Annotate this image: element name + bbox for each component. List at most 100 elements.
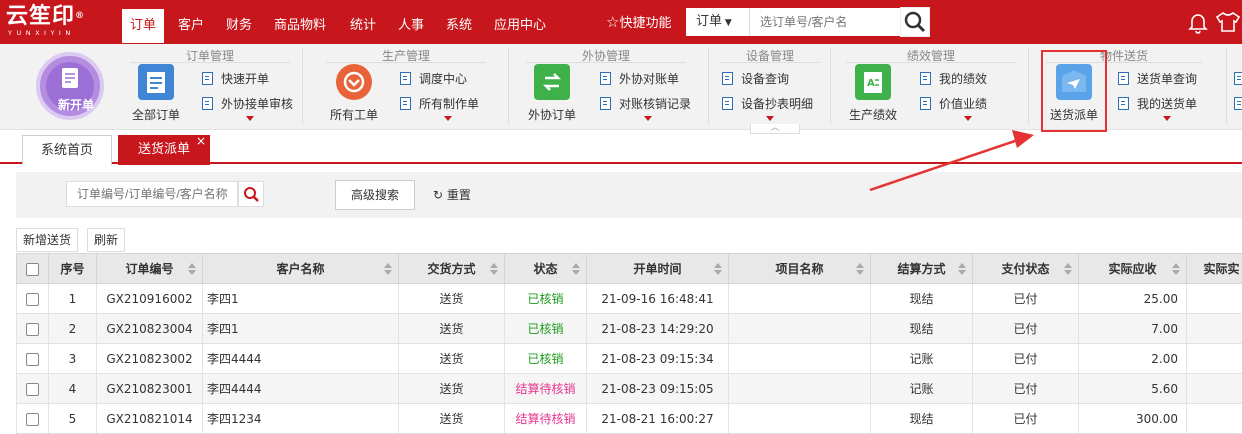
row-checkbox[interactable] [26, 322, 39, 336]
brand-logo[interactable]: 云笙印® YUNXIYIN [6, 3, 106, 41]
order-search-button[interactable] [238, 181, 264, 207]
add-delivery-button[interactable]: 新增送货 [16, 228, 79, 252]
performance-icon: A [855, 64, 891, 100]
skin-theme-icon[interactable] [1214, 10, 1242, 34]
close-icon[interactable]: × [196, 126, 206, 156]
payment-status: 已付 [972, 283, 1079, 314]
nav-statistics[interactable]: 统计 [342, 9, 384, 43]
order-number: GX210823004 [96, 313, 203, 344]
expand-arrow-icon[interactable] [1163, 116, 1171, 121]
global-search-button[interactable] [900, 7, 930, 37]
sort-icon[interactable] [188, 263, 196, 275]
delivery-method: 送货 [398, 343, 505, 374]
sort-icon[interactable] [572, 263, 580, 275]
col-status[interactable]: 状态 [504, 253, 587, 284]
search-icon [244, 187, 259, 202]
col-receivable[interactable]: 实际应收 [1078, 253, 1187, 284]
expand-arrow-icon[interactable] [644, 116, 652, 121]
order-number: GX210821014 [96, 403, 203, 434]
expand-arrow-icon[interactable] [444, 116, 452, 121]
all-production-link[interactable]: 所有制作单 [400, 95, 479, 113]
page-tabs: 系统首页 送货派单 × [0, 130, 1242, 165]
receivable-amount: 5.60 [1078, 373, 1187, 404]
sort-icon[interactable] [1064, 263, 1072, 275]
expand-arrow-icon[interactable] [964, 116, 972, 121]
outsource-review-link[interactable]: 外协接单审核 [202, 95, 293, 113]
col-open-time[interactable]: 开单时间 [586, 253, 729, 284]
status: 已核销 [504, 343, 587, 374]
all-work-orders-button[interactable]: 所有工单 [324, 64, 384, 126]
order-search-input[interactable] [66, 181, 238, 207]
production-performance-button[interactable]: A 生产绩效 [843, 64, 903, 126]
table-row[interactable]: 4 GX210823001 李四4444 送货 结算待核销 21-08-23 0… [16, 373, 1242, 404]
group-divider [830, 48, 831, 124]
document-icon [722, 72, 733, 85]
sort-icon[interactable] [490, 263, 498, 275]
equipment-query-link[interactable]: 设备查询 [722, 70, 789, 88]
col-delivery-method[interactable]: 交货方式 [398, 253, 505, 284]
all-orders-button[interactable]: 全部订单 [126, 64, 186, 126]
project-name [728, 283, 871, 314]
value-performance-link[interactable]: 价值业绩 [920, 95, 987, 113]
search-type-select[interactable]: 订单 ▼ [686, 8, 750, 36]
tab-delivery-dispatch[interactable]: 送货派单 × [118, 134, 210, 165]
table-row[interactable]: 5 GX210821014 李四1234 送货 结算待核销 21-08-21 1… [16, 403, 1242, 434]
sort-icon[interactable] [958, 263, 966, 275]
col-payment-status[interactable]: 支付状态 [972, 253, 1079, 284]
col-customer[interactable]: 客户名称 [202, 253, 399, 284]
group-divider [1226, 48, 1227, 124]
sort-icon[interactable] [714, 263, 722, 275]
sort-icon[interactable] [384, 263, 392, 275]
outsource-statement-link[interactable]: 外协对账单 [600, 70, 679, 88]
sort-icon[interactable] [1172, 263, 1180, 275]
reset-button[interactable]: ↻ 重置 [433, 180, 471, 210]
refresh-button[interactable]: 刷新 [87, 228, 126, 252]
table-row[interactable]: 1 GX210916002 李四1 送货 已核销 21-09-16 16:48:… [16, 283, 1242, 314]
new-order-button[interactable]: 新开单 [36, 52, 104, 120]
dispatch-center-link[interactable]: 调度中心 [400, 70, 467, 88]
select-all-checkbox[interactable] [26, 262, 39, 276]
more-link[interactable] [1234, 95, 1242, 113]
my-performance-link[interactable]: 我的绩效 [920, 70, 987, 88]
advanced-search-button[interactable]: 高级搜索 [335, 180, 415, 210]
receivable-amount: 7.00 [1078, 313, 1187, 344]
delivery-query-link[interactable]: 送货单查询 [1118, 70, 1197, 88]
table-row[interactable]: 3 GX210823002 李四4444 送货 已核销 21-08-23 09:… [16, 343, 1242, 374]
col-project[interactable]: 项目名称 [728, 253, 871, 284]
global-search-input[interactable] [750, 8, 900, 36]
bell-icon[interactable] [1186, 10, 1210, 34]
document-icon [1118, 72, 1129, 85]
expand-arrow-icon[interactable] [246, 116, 254, 121]
writeoff-record-link[interactable]: 对账核销记录 [600, 95, 691, 113]
star-icon: ☆ [606, 13, 620, 31]
edit-document-icon [62, 68, 78, 88]
col-actual-received[interactable]: 实际实 [1186, 253, 1242, 284]
outsource-orders-button[interactable]: 外协订单 [522, 64, 582, 126]
nav-system[interactable]: 系统 [438, 9, 480, 43]
nav-order[interactable]: 订单 [122, 9, 165, 43]
col-settlement[interactable]: 结算方式 [870, 253, 973, 284]
nav-finance[interactable]: 财务 [218, 9, 260, 43]
nav-hr[interactable]: 人事 [390, 9, 432, 43]
row-checkbox[interactable] [26, 382, 39, 396]
nav-app-center[interactable]: 应用中心 [486, 9, 554, 43]
table-row[interactable]: 2 GX210823004 李四1 送货 已核销 21-08-23 14:29:… [16, 313, 1242, 344]
nav-materials[interactable]: 商品物料 [266, 9, 334, 43]
more-link[interactable] [1234, 70, 1242, 88]
sort-icon[interactable] [856, 263, 864, 275]
col-order-no[interactable]: 订单编号 [96, 253, 203, 284]
group-divider [1028, 48, 1029, 124]
select-all-cell[interactable] [16, 253, 49, 284]
tab-home[interactable]: 系统首页 [22, 135, 112, 165]
quick-functions-button[interactable]: ☆快捷功能 [606, 0, 671, 44]
row-checkbox[interactable] [26, 352, 39, 366]
nav-customer[interactable]: 客户 [170, 9, 212, 43]
row-checkbox[interactable] [26, 412, 39, 426]
my-delivery-link[interactable]: 我的送货单 [1118, 95, 1197, 113]
expand-arrow-icon[interactable] [766, 116, 774, 121]
open-time: 21-08-23 14:29:20 [586, 313, 729, 344]
quick-order-link[interactable]: 快速开单 [202, 70, 269, 88]
meter-detail-link[interactable]: 设备抄表明细 [722, 95, 813, 113]
customer-name: 李四1 [202, 313, 399, 344]
row-checkbox[interactable] [26, 292, 39, 306]
